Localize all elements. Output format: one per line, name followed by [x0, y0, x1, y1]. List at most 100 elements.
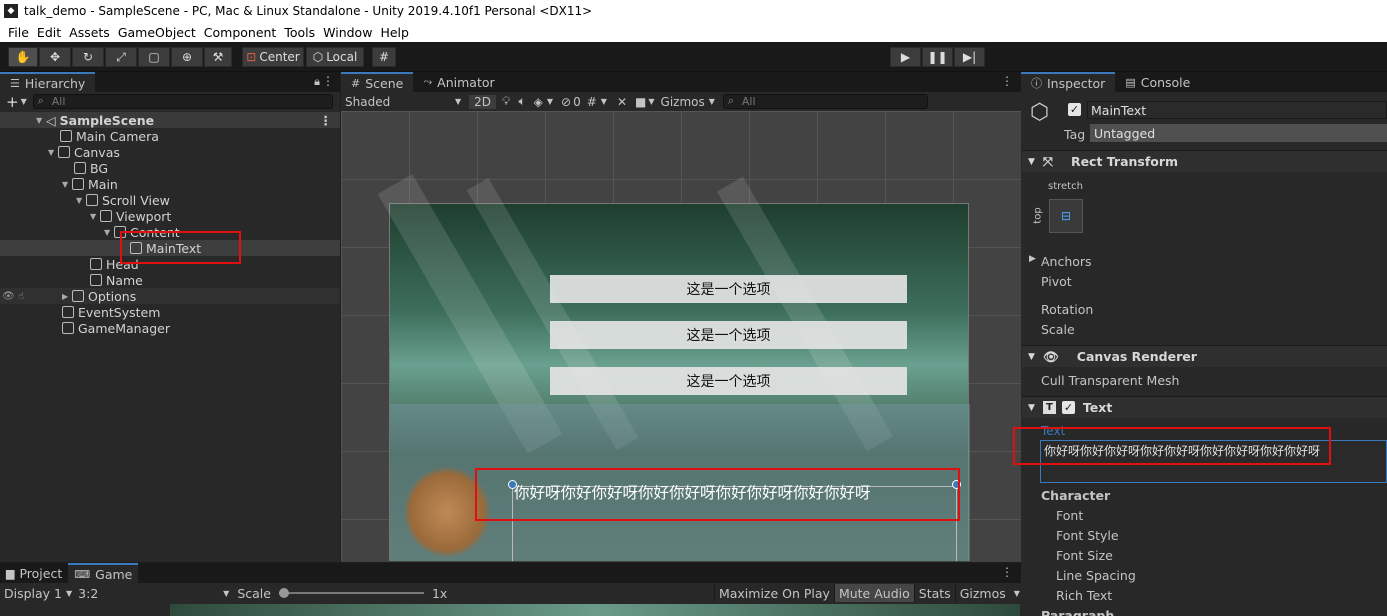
display-dropdown-icon[interactable]: ▼	[66, 589, 72, 598]
move-tool-icon[interactable]: ✥	[39, 47, 71, 67]
menu-help[interactable]: Help	[380, 25, 409, 40]
tab-hierarchy[interactable]: ☰ Hierarchy	[0, 72, 96, 92]
aspect-select[interactable]: 3:2	[78, 586, 223, 601]
scale-slider-knob[interactable]	[278, 588, 289, 598]
expand-arrow-icon[interactable]: ▼	[90, 212, 100, 221]
menu-tools[interactable]: Tools	[284, 25, 315, 40]
scale-slider[interactable]	[278, 588, 424, 598]
collapse-arrow-icon[interactable]: ▶	[1029, 254, 1036, 264]
active-checkbox[interactable]: ✓	[1068, 103, 1081, 116]
expand-arrow-icon[interactable]: ▼	[62, 180, 72, 189]
expand-arrow-icon[interactable]: ▼	[104, 228, 114, 237]
visibility-eye-icon[interactable]: 👁︎	[2, 291, 15, 302]
menu-gameobject[interactable]: GameObject	[118, 25, 196, 40]
gizmos-button[interactable]: Gizmos	[661, 95, 705, 109]
menu-edit[interactable]: Edit	[37, 25, 61, 40]
hand-tool-icon[interactable]: ✋	[8, 47, 38, 67]
game-menu-icon[interactable]: ⋮	[1001, 565, 1013, 579]
option-button[interactable]: 这是一个选项	[550, 321, 907, 349]
hidden-objects-icon[interactable]: ⊘	[561, 95, 571, 109]
add-button[interactable]: +	[6, 93, 19, 111]
audio-icon[interactable]: 🔈︎	[518, 94, 525, 109]
rect-tool-icon[interactable]: ▢	[138, 47, 170, 67]
list-item[interactable]: EventSystem	[0, 304, 340, 320]
shading-mode-select[interactable]: Shaded	[345, 95, 455, 109]
tools-icon[interactable]: ✕	[617, 95, 627, 109]
list-item[interactable]: Name	[0, 272, 340, 288]
hierarchy-search-input[interactable]: All	[32, 94, 333, 109]
scene-viewport[interactable]: 这是一个选项 这是一个选项 这是一个选项 你好呀你好你好呀你好你好呀你好你好呀你…	[341, 111, 1021, 561]
rotate-tool-icon[interactable]: ↻	[72, 47, 104, 67]
mode-2d-toggle[interactable]: 2D	[469, 94, 497, 109]
scale-tool-icon[interactable]: ⤢	[105, 47, 137, 67]
tab-console[interactable]: ▤ Console	[1115, 72, 1201, 92]
shading-dropdown-icon[interactable]: ▼	[455, 97, 461, 106]
game-gizmos-dropdown-icon[interactable]: ▼	[1014, 589, 1020, 598]
effects-icon[interactable]: ◈	[534, 95, 543, 109]
list-item[interactable]: ▼ Scroll View	[0, 192, 340, 208]
mute-audio-button[interactable]: Mute Audio	[833, 584, 914, 602]
tab-inspector[interactable]: ⓘ Inspector	[1021, 72, 1116, 92]
tag-select[interactable]: Untagged	[1090, 124, 1387, 142]
option-button[interactable]: 这是一个选项	[550, 367, 907, 395]
pivot-local-button[interactable]: ⬡ Local	[306, 47, 364, 67]
rect-transform-header[interactable]: ▼ ⤧ Rect Transform	[1022, 150, 1387, 172]
stats-button[interactable]: Stats	[913, 584, 955, 602]
expand-arrow-icon[interactable]: ▼	[76, 196, 86, 205]
expand-arrow-icon[interactable]: ▼	[1028, 352, 1035, 362]
scene-menu-icon[interactable]: ⋮	[1001, 74, 1013, 88]
snap-grid-icon[interactable]: #	[372, 47, 396, 67]
expand-arrow-icon[interactable]: ▼	[1028, 157, 1035, 167]
menu-component[interactable]: Component	[204, 25, 277, 40]
expand-arrow-icon[interactable]: ▼	[1028, 403, 1035, 413]
lighting-icon[interactable]: 💡︎	[502, 94, 510, 109]
effects-dropdown-icon[interactable]: ▼	[547, 97, 553, 106]
play-button[interactable]: ▶	[890, 47, 921, 67]
list-item[interactable]: ▼ Canvas	[0, 144, 340, 160]
canvas-renderer-header[interactable]: ▼ 👁︎ Canvas Renderer	[1022, 345, 1387, 367]
custom-tool-icon[interactable]: ⚒	[204, 47, 232, 67]
anchor-preset-button[interactable]: ⊟	[1049, 199, 1083, 233]
option-button[interactable]: 这是一个选项	[550, 275, 907, 303]
gizmos-dropdown-icon[interactable]: ▼	[709, 97, 715, 106]
game-gizmos-button[interactable]: Gizmos	[954, 584, 1010, 602]
list-item[interactable]: ▼ Viewport	[0, 208, 340, 224]
menu-window[interactable]: Window	[323, 25, 372, 40]
list-item[interactable]: GameManager	[0, 320, 340, 336]
tab-game[interactable]: ⌨ Game	[68, 563, 139, 583]
menu-assets[interactable]: Assets	[69, 25, 110, 40]
camera-dropdown-icon[interactable]: ▼	[648, 97, 654, 106]
scene-row[interactable]: ▼ ◁ SampleScene ⋮	[0, 112, 340, 128]
camera-icon[interactable]: ■	[635, 95, 646, 109]
aspect-dropdown-icon[interactable]: ▼	[223, 589, 229, 598]
tab-project[interactable]: ▆ Project	[0, 563, 69, 583]
anchors-row[interactable]: ▶ Anchors	[1029, 254, 1092, 269]
maximize-on-play-button[interactable]: Maximize On Play	[713, 584, 834, 602]
list-item[interactable]: ▼ Main	[0, 176, 340, 192]
scene-search-input[interactable]: All	[722, 94, 928, 109]
collapse-arrow-icon[interactable]: ▶	[62, 292, 72, 301]
menu-file[interactable]: File	[8, 25, 29, 40]
list-item[interactable]: Main Camera	[0, 128, 340, 144]
list-item[interactable]: BG	[0, 160, 340, 176]
pickable-hand-icon[interactable]: ☝	[18, 291, 24, 302]
scene-menu-icon[interactable]: ⋮	[320, 113, 333, 128]
grid-toggle-icon[interactable]: #	[587, 95, 597, 109]
grid-dropdown-icon[interactable]: ▼	[601, 97, 607, 106]
tab-animator[interactable]: ⤳ Animator	[413, 72, 505, 92]
step-button[interactable]: ▶|	[954, 47, 985, 67]
display-select[interactable]: Display 1	[4, 586, 66, 601]
tab-scene[interactable]: # Scene	[341, 72, 414, 92]
kebab-menu-icon[interactable]: ⋮	[322, 74, 334, 88]
transform-tool-icon[interactable]: ⊕	[171, 47, 203, 67]
text-component-header[interactable]: ▼ T ✓ Text	[1022, 396, 1387, 418]
expand-arrow-icon[interactable]: ▼	[48, 148, 58, 157]
text-enabled-checkbox[interactable]: ✓	[1061, 401, 1075, 414]
object-name-field[interactable]: MainText	[1087, 101, 1387, 119]
list-item[interactable]: 👁︎ ☝ ▶ Options	[0, 288, 340, 304]
expand-arrow-icon[interactable]: ▼	[36, 116, 46, 125]
lock-icon[interactable]: 🔒︎	[314, 75, 320, 89]
add-dropdown-icon[interactable]: ▼	[21, 97, 27, 106]
pause-button[interactable]: ❚❚	[922, 47, 953, 67]
pivot-center-button[interactable]: ⊡ Center	[242, 47, 304, 67]
